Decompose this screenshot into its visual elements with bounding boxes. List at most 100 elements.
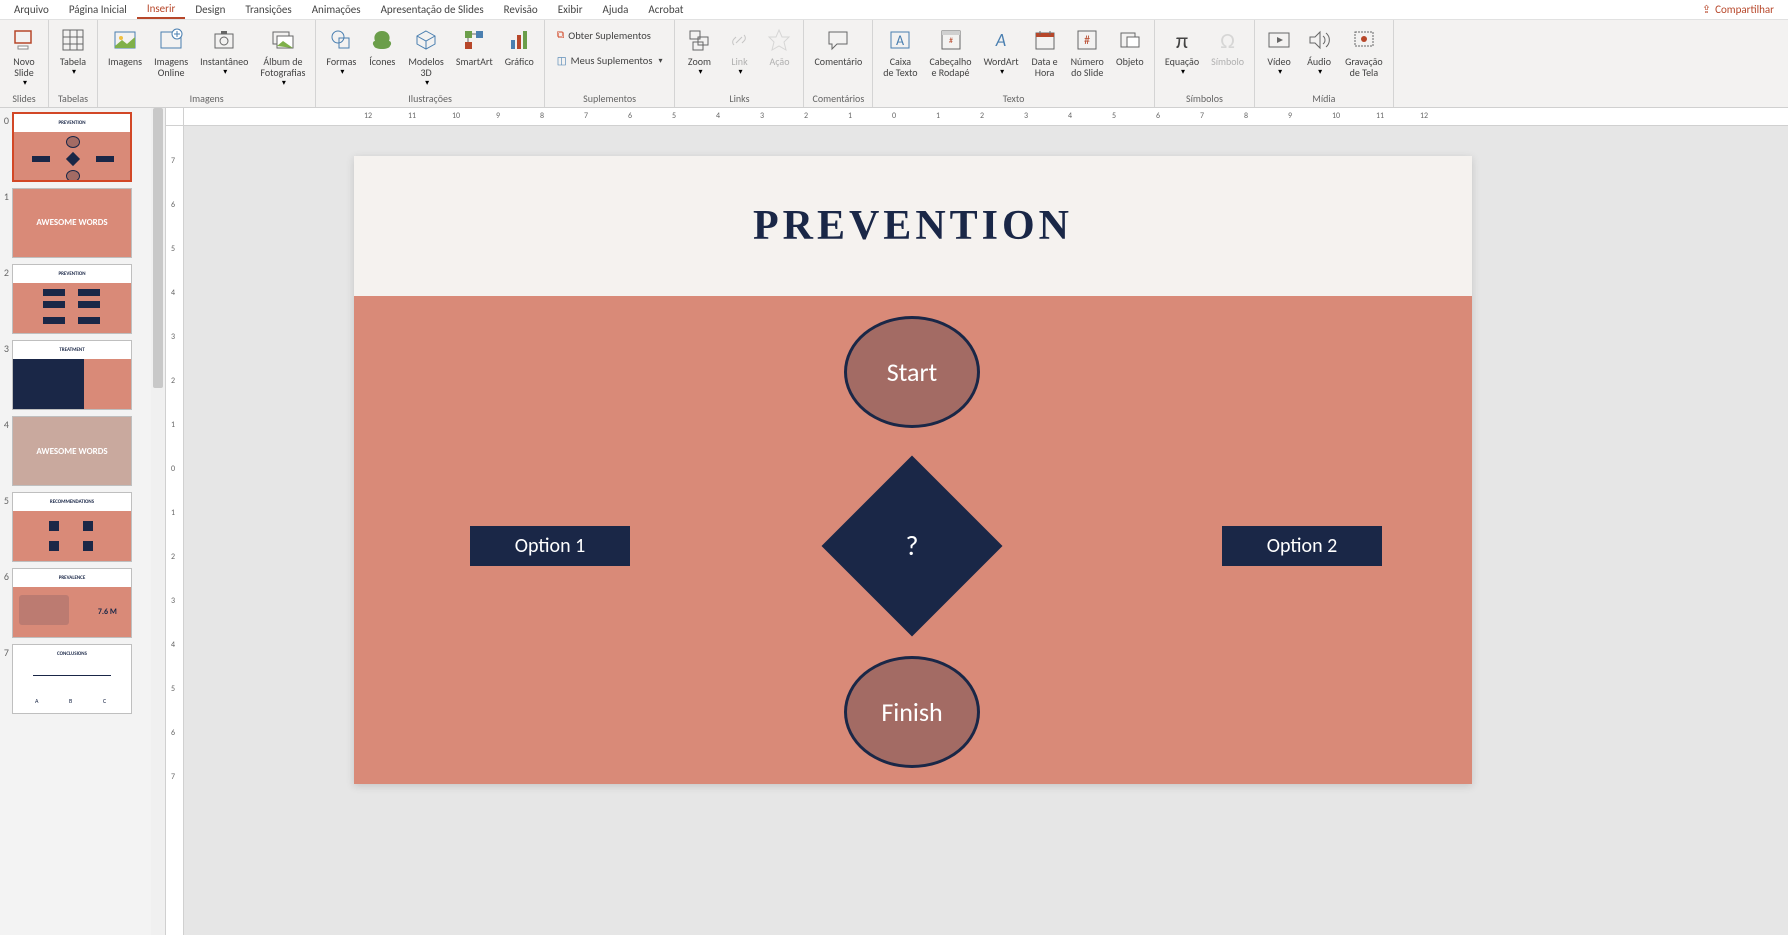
ribbon-group-comentarios-label: Comentários <box>810 90 866 107</box>
wordart-label: WordArt <box>984 56 1019 67</box>
svg-text:#: # <box>949 36 953 46</box>
caixa-texto-button[interactable]: A Caixa de Texto <box>879 24 921 80</box>
formas-button[interactable]: Formas ▾ <box>322 24 360 79</box>
start-label: Start <box>887 356 938 388</box>
smartart-button[interactable]: SmartArt <box>452 24 497 69</box>
obter-suplementos-button[interactable]: ⧉ Obter Suplementos <box>551 24 669 46</box>
thumbnail-3[interactable]: TREATMENT <box>12 340 132 410</box>
equation-icon: π <box>1168 26 1196 54</box>
caixa-texto-label: Caixa de Texto <box>883 56 917 78</box>
cabecalho-button[interactable]: # Cabeçalho e Rodapé <box>925 24 975 80</box>
thumbnail-2[interactable]: PREVENTION <box>12 264 132 334</box>
menu-transicoes[interactable]: Transições <box>235 1 301 18</box>
new-slide-label: Novo Slide <box>13 56 34 78</box>
thumbnail-1[interactable]: AWESOME WORDS <box>12 188 132 258</box>
video-button[interactable]: Vídeo ▾ <box>1261 24 1297 79</box>
tabela-button[interactable]: Tabela ▾ <box>55 24 91 79</box>
menu-inserir[interactable]: Inserir <box>137 0 186 19</box>
chevron-down-icon: ▾ <box>340 67 344 77</box>
flowchart-finish-oval[interactable]: Finish <box>844 656 980 768</box>
thumbnail-panel[interactable]: 0 PREVENTION 1 AWESOME WORDS 2 PREVENTIO… <box>0 108 166 935</box>
ribbon-group-texto: A Caixa de Texto # Cabeçalho e Rodapé A … <box>873 20 1155 107</box>
menu-exibir[interactable]: Exibir <box>548 1 593 18</box>
scrollbar-handle[interactable] <box>153 108 163 388</box>
simbolo-button[interactable]: Ω Símbolo <box>1207 24 1248 69</box>
menu-apresentacao[interactable]: Apresentação de Slides <box>371 1 494 18</box>
flowchart-start-oval[interactable]: Start <box>844 316 980 428</box>
ruler-h-tick: 10 <box>1332 111 1340 121</box>
thumbnail-5[interactable]: RECOMMENDATIONS <box>12 492 132 562</box>
zoom-button[interactable]: Zoom ▾ <box>681 24 717 79</box>
menu-arquivo[interactable]: Arquivo <box>4 1 59 18</box>
wordart-button[interactable]: A WordArt ▾ <box>980 24 1023 79</box>
table-icon <box>59 26 87 54</box>
imagens-online-label: Imagens Online <box>154 56 188 78</box>
thumbnail-0[interactable]: PREVENTION <box>12 112 132 182</box>
share-icon: ⇪ <box>1702 3 1711 16</box>
menu-revisao[interactable]: Revisão <box>494 1 548 18</box>
flowchart-decision-diamond[interactable]: ? <box>821 455 1002 636</box>
3d-icon <box>412 26 440 54</box>
menu-acrobat[interactable]: Acrobat <box>638 1 693 18</box>
icons-icon <box>368 26 396 54</box>
ruler-v-tick: 2 <box>171 376 175 386</box>
audio-button[interactable]: Áudio ▾ <box>1301 24 1337 79</box>
comentario-button[interactable]: Comentário <box>810 24 866 69</box>
ruler-v-tick: 5 <box>171 684 175 694</box>
album-button[interactable]: Álbum de Fotografias ▾ <box>256 24 309 90</box>
datetime-icon <box>1031 26 1059 54</box>
thumb-title: PREVALENCE <box>13 569 131 587</box>
menu-design[interactable]: Design <box>185 1 235 18</box>
ruler-h-tick: 8 <box>1244 111 1248 121</box>
meus-suplementos-button[interactable]: ◫ Meus Suplementos ▾ <box>551 50 669 71</box>
slide-title[interactable]: PREVENTION <box>753 202 1073 250</box>
gravacao-button[interactable]: Gravação de Tela <box>1341 24 1387 80</box>
album-label: Álbum de Fotografias <box>260 56 305 78</box>
thumbnail-7[interactable]: CONCLUSIONS ABC <box>12 644 132 714</box>
thumb-num-7: 7 <box>0 644 12 659</box>
imagens-button[interactable]: Imagens <box>104 24 146 69</box>
instantaneo-button[interactable]: Instantâneo ▾ <box>196 24 252 79</box>
thumb-num-2: 2 <box>0 264 12 279</box>
equacao-button[interactable]: π Equação ▾ <box>1161 24 1203 79</box>
ribbon-group-tabelas-label: Tabelas <box>55 90 91 107</box>
acao-label: Ação <box>769 56 789 67</box>
thumbnail-4[interactable]: AWESOME WORDS <box>12 416 132 486</box>
ribbon-group-imagens-label: Imagens <box>104 90 309 107</box>
menu-animacoes[interactable]: Animações <box>302 1 371 18</box>
objeto-button[interactable]: Objeto <box>1112 24 1148 69</box>
prevalence-value: 7.6 M <box>98 607 117 617</box>
album-icon <box>269 26 297 54</box>
slide-title-area: PREVENTION <box>354 156 1472 296</box>
slide-canvas[interactable]: PREVENTION Start ? Option 1 Option 2 Fin… <box>354 156 1472 784</box>
share-button[interactable]: ⇪ Compartilhar <box>1692 1 1784 18</box>
imagens-online-button[interactable]: Imagens Online <box>150 24 192 80</box>
modelos3d-button[interactable]: Modelos 3D ▾ <box>404 24 448 90</box>
action-icon <box>765 26 793 54</box>
flowchart-option2-rect[interactable]: Option 2 <box>1222 526 1382 566</box>
acao-button[interactable]: Ação <box>761 24 797 69</box>
menu-bar: Arquivo Página Inicial Inserir Design Tr… <box>0 0 1788 20</box>
screen-record-icon <box>1350 26 1378 54</box>
symbol-icon: Ω <box>1214 26 1242 54</box>
grafico-button[interactable]: Gráfico <box>501 24 538 69</box>
icones-button[interactable]: Ícones <box>364 24 400 69</box>
chevron-down-icon: ▾ <box>223 67 227 77</box>
ruler-h-tick: 5 <box>1112 111 1116 121</box>
thumb-title: TREATMENT <box>13 341 131 359</box>
zoom-icon <box>685 26 713 54</box>
link-button[interactable]: Link ▾ <box>721 24 757 79</box>
canvas-area: /*marks rendered below*/ 121110987654321… <box>166 108 1788 935</box>
ruler-h-tick: 1 <box>848 111 852 121</box>
datahora-button[interactable]: Data e Hora <box>1027 24 1063 80</box>
thumbnail-6[interactable]: PREVALENCE 7.6 M <box>12 568 132 638</box>
menu-pagina-inicial[interactable]: Página Inicial <box>59 1 137 18</box>
slide-workspace[interactable]: PREVENTION Start ? Option 1 Option 2 Fin… <box>184 126 1788 935</box>
numero-slide-button[interactable]: # Número do Slide <box>1067 24 1108 80</box>
menu-ajuda[interactable]: Ajuda <box>593 1 639 18</box>
new-slide-button[interactable]: Novo Slide ▾ <box>6 24 42 90</box>
ruler-v-tick: 7 <box>171 772 175 782</box>
flowchart-option1-rect[interactable]: Option 1 <box>470 526 630 566</box>
thumbnail-scrollbar[interactable] <box>151 108 165 935</box>
ruler-h-tick: 10 <box>452 111 460 121</box>
